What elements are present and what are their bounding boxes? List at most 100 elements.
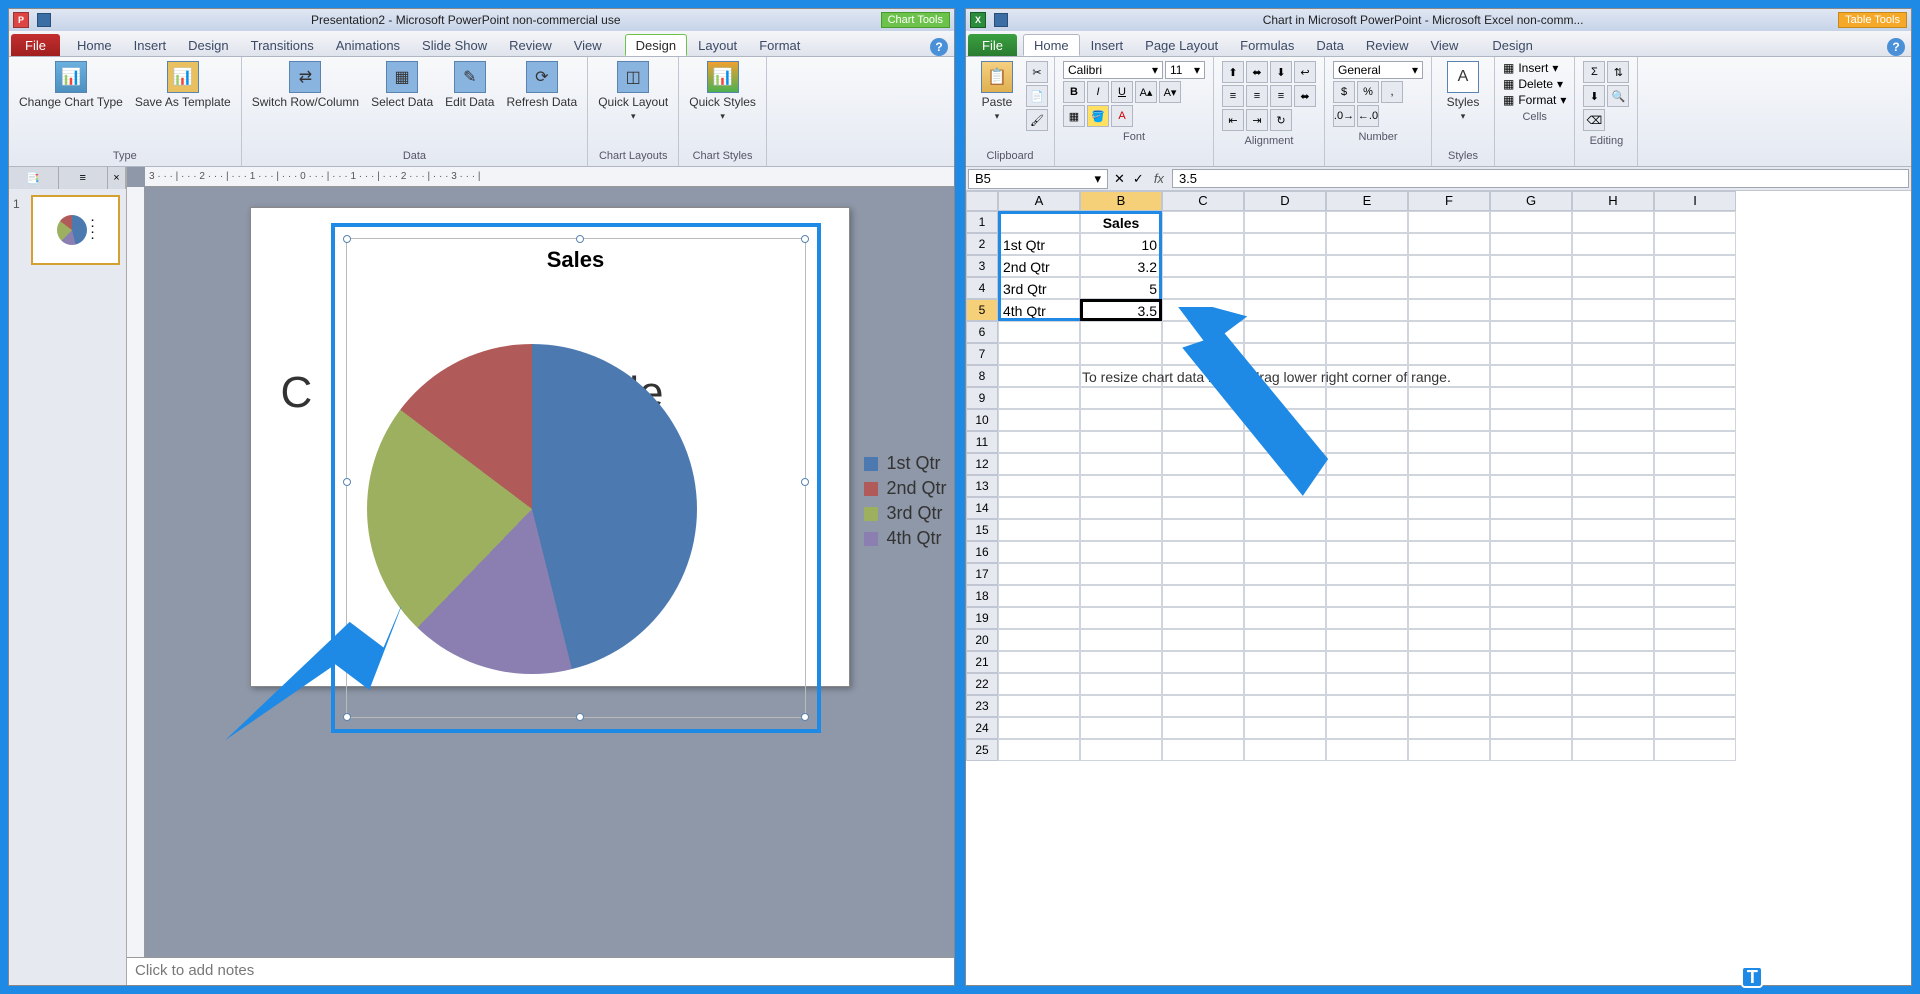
tab-view[interactable]: View <box>563 34 613 56</box>
cell[interactable] <box>1408 453 1490 475</box>
cell[interactable] <box>1572 585 1654 607</box>
font-size-combo[interactable]: 11▾ <box>1165 61 1205 79</box>
row-header[interactable]: 4 <box>966 277 998 299</box>
cell[interactable] <box>1408 277 1490 299</box>
cell[interactable] <box>998 409 1080 431</box>
cancel-icon[interactable]: ✕ <box>1110 171 1129 187</box>
cell[interactable] <box>1490 299 1572 321</box>
row-header[interactable]: 5 <box>966 299 998 321</box>
cell[interactable] <box>1572 541 1654 563</box>
select-data-button[interactable]: ▦Select Data <box>367 59 437 111</box>
cell[interactable] <box>1572 409 1654 431</box>
cell[interactable] <box>998 453 1080 475</box>
row-header[interactable]: 11 <box>966 431 998 453</box>
cell[interactable] <box>1654 211 1736 233</box>
cell[interactable] <box>1408 431 1490 453</box>
row-header[interactable]: 15 <box>966 519 998 541</box>
row-header[interactable]: 24 <box>966 717 998 739</box>
cell[interactable] <box>1080 321 1162 343</box>
slide-canvas[interactable]: C le Sales <box>145 187 954 957</box>
cell[interactable] <box>1326 673 1408 695</box>
cell[interactable] <box>1572 277 1654 299</box>
cell[interactable] <box>1490 541 1572 563</box>
save-as-template-button[interactable]: 📊 Save As Template <box>131 59 235 111</box>
cell[interactable] <box>1572 475 1654 497</box>
copy-button[interactable]: 📄 <box>1026 85 1048 107</box>
resize-handle[interactable] <box>576 235 584 243</box>
fx-icon[interactable]: fx <box>1148 171 1170 186</box>
cell[interactable]: 3.2 <box>1080 255 1162 277</box>
cell[interactable] <box>1654 739 1736 761</box>
styles-button[interactable]: AStyles▾ <box>1438 59 1488 124</box>
cell[interactable] <box>1080 717 1162 739</box>
cell[interactable] <box>1080 409 1162 431</box>
cell[interactable] <box>998 563 1080 585</box>
cell[interactable] <box>1080 453 1162 475</box>
cell[interactable] <box>1654 431 1736 453</box>
cell[interactable] <box>1490 321 1572 343</box>
underline-button[interactable]: U <box>1111 81 1133 103</box>
decrease-decimal-button[interactable]: ←.0 <box>1357 105 1379 127</box>
cell[interactable] <box>1408 519 1490 541</box>
cell[interactable] <box>1408 563 1490 585</box>
cell[interactable] <box>1572 453 1654 475</box>
cell[interactable] <box>1654 497 1736 519</box>
cell[interactable] <box>1408 651 1490 673</box>
cell[interactable] <box>1490 607 1572 629</box>
row-header[interactable]: 8 <box>966 365 998 387</box>
help-icon[interactable]: ? <box>930 38 948 56</box>
cell[interactable] <box>1244 585 1326 607</box>
sort-filter-button[interactable]: ⇅ <box>1607 61 1629 83</box>
cell[interactable] <box>1244 255 1326 277</box>
cell[interactable] <box>1326 541 1408 563</box>
cell[interactable] <box>1654 321 1736 343</box>
cell[interactable] <box>1654 629 1736 651</box>
cell[interactable] <box>1080 585 1162 607</box>
cell[interactable] <box>998 343 1080 365</box>
cell[interactable] <box>1572 629 1654 651</box>
row-header[interactable]: 23 <box>966 695 998 717</box>
cell[interactable] <box>998 387 1080 409</box>
cell[interactable] <box>1654 343 1736 365</box>
tab-home[interactable]: Home <box>1023 34 1080 56</box>
cell[interactable] <box>998 717 1080 739</box>
cell[interactable] <box>1162 585 1244 607</box>
cell[interactable] <box>1244 563 1326 585</box>
row-header[interactable]: 13 <box>966 475 998 497</box>
cell[interactable] <box>1080 497 1162 519</box>
cell[interactable] <box>1326 211 1408 233</box>
cell[interactable] <box>1244 651 1326 673</box>
save-icon[interactable] <box>994 13 1008 27</box>
cell[interactable]: 3.5 <box>1080 299 1162 321</box>
cell[interactable] <box>1244 211 1326 233</box>
cell[interactable] <box>1654 409 1736 431</box>
cell[interactable] <box>1408 717 1490 739</box>
cell[interactable] <box>1244 739 1326 761</box>
cell[interactable] <box>1490 453 1572 475</box>
cell[interactable] <box>1408 673 1490 695</box>
cell[interactable] <box>1490 431 1572 453</box>
increase-font-button[interactable]: A▴ <box>1135 81 1157 103</box>
cell[interactable] <box>1654 255 1736 277</box>
cell[interactable] <box>1572 563 1654 585</box>
cell[interactable] <box>1408 409 1490 431</box>
cell[interactable] <box>1654 277 1736 299</box>
cell[interactable] <box>1162 233 1244 255</box>
quick-layout-button[interactable]: ◫Quick Layout▾ <box>594 59 672 124</box>
cell[interactable] <box>998 739 1080 761</box>
cell[interactable] <box>1572 607 1654 629</box>
edit-data-button[interactable]: ✎Edit Data <box>441 59 498 111</box>
cell[interactable] <box>1408 387 1490 409</box>
cell[interactable] <box>1162 607 1244 629</box>
cell[interactable] <box>1162 563 1244 585</box>
row-header[interactable]: 7 <box>966 343 998 365</box>
slides-tab-icon[interactable]: 📑 <box>9 167 59 189</box>
cell[interactable] <box>1572 387 1654 409</box>
row-header[interactable]: 22 <box>966 673 998 695</box>
cell[interactable] <box>1162 739 1244 761</box>
cell[interactable] <box>1572 365 1654 387</box>
row-header[interactable]: 21 <box>966 651 998 673</box>
cell[interactable] <box>1490 519 1572 541</box>
cell[interactable] <box>1654 519 1736 541</box>
cell[interactable] <box>1162 541 1244 563</box>
